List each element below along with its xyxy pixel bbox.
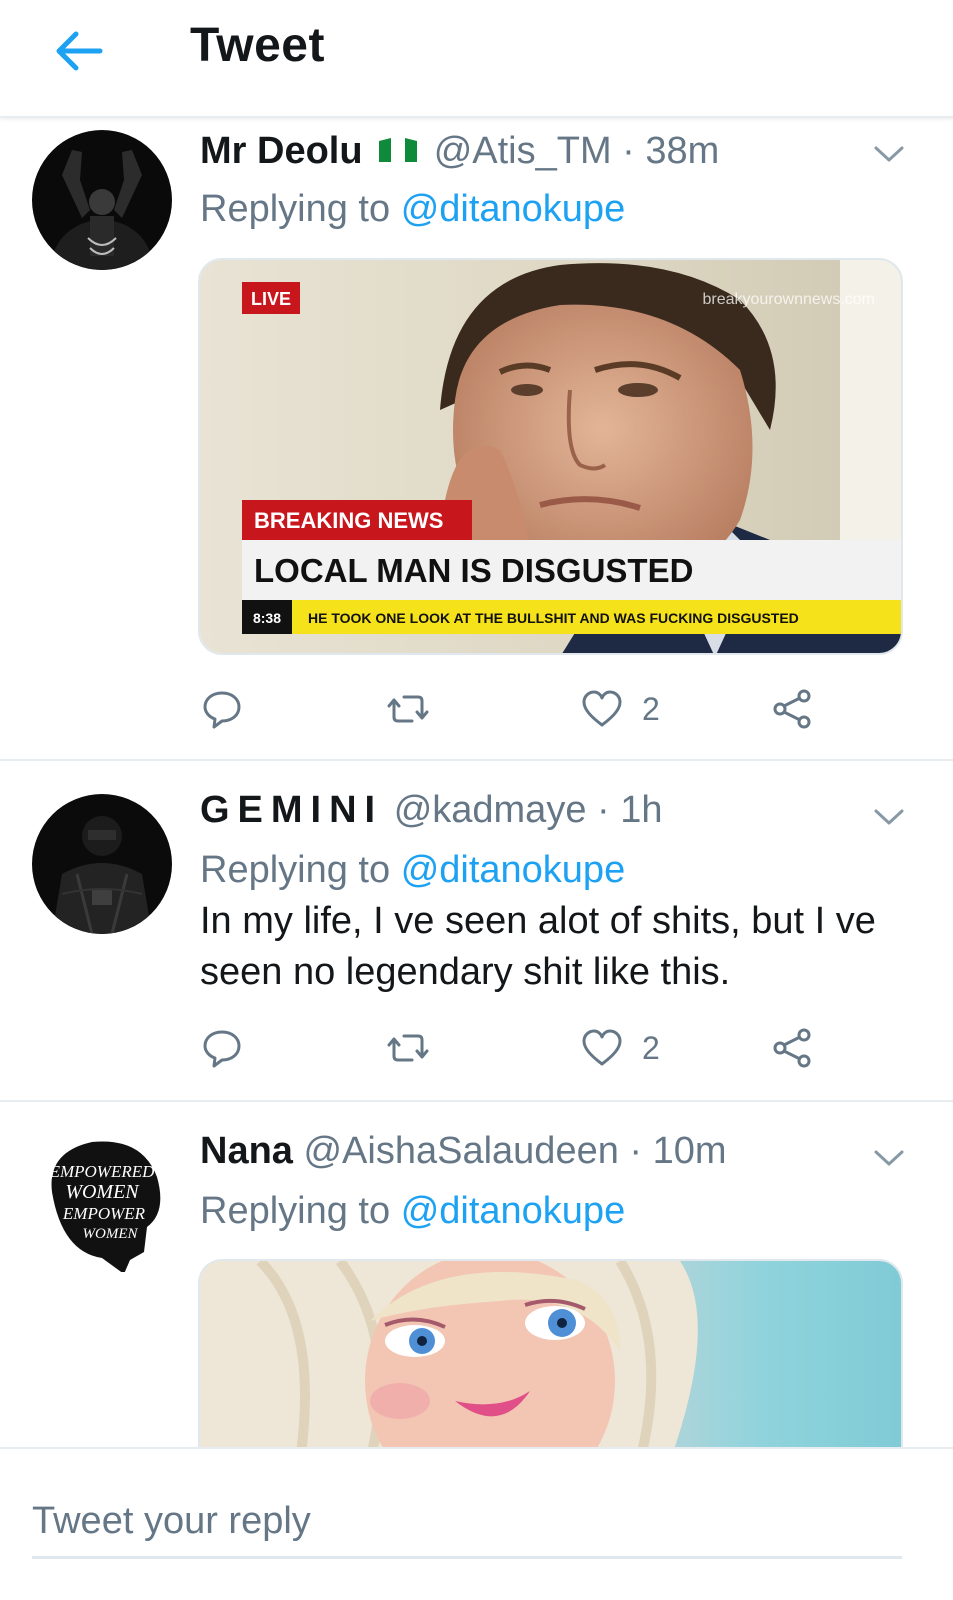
tweet-actions: 2 xyxy=(200,684,840,734)
timestamp[interactable]: 38m xyxy=(645,130,719,172)
reply-button[interactable] xyxy=(200,684,244,734)
reply-icon xyxy=(203,1030,241,1068)
top-bar: Tweet xyxy=(0,0,953,118)
breaking-news-label: BREAKING NEWS xyxy=(254,508,443,533)
svg-text:EMPOWERED: EMPOWERED xyxy=(49,1162,156,1181)
display-name[interactable]: Nana xyxy=(200,1130,293,1172)
replying-to: Replying to @ditanokupe xyxy=(200,849,625,892)
avatar-image xyxy=(32,130,172,270)
like-button[interactable]: 2 xyxy=(580,1023,660,1073)
replying-to: Replying to @ditanokupe xyxy=(200,1190,625,1233)
retweet-icon xyxy=(387,1034,429,1062)
heart-icon xyxy=(582,690,622,727)
svg-text:WOMEN: WOMEN xyxy=(83,1226,139,1242)
avatar[interactable]: EMPOWERED WOMEN EMPOWER WOMEN xyxy=(32,1132,172,1272)
tweet-header: Nana @AishaSalaudeen · 10m xyxy=(200,1130,727,1173)
like-count: 2 xyxy=(642,690,660,727)
replying-prefix: Replying to xyxy=(200,188,391,230)
reply-composer xyxy=(0,1447,953,1600)
tweet-item[interactable]: Mr Deolu @Atis_TM · 38m Replying to @dit… xyxy=(0,118,953,761)
chevron-down-icon[interactable] xyxy=(873,144,905,164)
tweet-media[interactable]: LIVE breakyourownnews.com BREAKING NEWS … xyxy=(198,258,903,655)
mention-link[interactable]: @ditanokupe xyxy=(401,849,626,891)
page-title: Tweet xyxy=(190,19,325,72)
avatar-image: EMPOWERED WOMEN EMPOWER WOMEN xyxy=(32,1132,172,1272)
doll-photo-image xyxy=(200,1261,901,1459)
news-ticker: HE TOOK ONE LOOK AT THE BULLSHIT AND WAS… xyxy=(308,610,799,626)
like-button[interactable]: 2 xyxy=(580,684,660,734)
mention-link[interactable]: @ditanokupe xyxy=(401,1190,626,1232)
handle[interactable]: @AishaSalaudeen xyxy=(303,1130,618,1172)
avatar-image xyxy=(32,794,172,934)
replying-prefix: Replying to xyxy=(200,1190,391,1232)
news-clock: 8:38 xyxy=(253,610,281,626)
like-count: 2 xyxy=(642,1029,660,1066)
svg-text:WOMEN: WOMEN xyxy=(65,1181,140,1203)
back-button[interactable] xyxy=(50,22,108,80)
share-button[interactable] xyxy=(770,684,814,734)
watermark: breakyourownnews.com xyxy=(702,291,875,308)
tweet-actions: 2 xyxy=(200,1023,840,1073)
reply-button[interactable] xyxy=(200,1023,244,1073)
heart-icon xyxy=(582,1029,622,1066)
arrow-left-icon xyxy=(56,31,103,71)
news-headline: LOCAL MAN IS DISGUSTED xyxy=(254,552,693,589)
timestamp[interactable]: 10m xyxy=(653,1130,727,1172)
tweet-header: GEMINI @kadmaye · 1h xyxy=(200,789,663,832)
share-button[interactable] xyxy=(770,1023,814,1073)
avatar[interactable] xyxy=(32,130,172,270)
retweet-icon xyxy=(387,695,429,723)
chevron-down-icon[interactable] xyxy=(873,1148,905,1168)
avatar[interactable] xyxy=(32,794,172,934)
replying-prefix: Replying to xyxy=(200,849,391,891)
separator-dot: · xyxy=(622,130,635,172)
separator-dot: · xyxy=(629,1130,643,1172)
retweet-button[interactable] xyxy=(386,684,430,734)
mention-link[interactable]: @ditanokupe xyxy=(401,188,626,230)
breaking-news-image: LIVE breakyourownnews.com BREAKING NEWS … xyxy=(200,260,901,653)
tweet-item[interactable]: GEMINI @kadmaye · 1h Replying to @ditano… xyxy=(0,761,953,1102)
display-name[interactable]: Mr Deolu xyxy=(200,130,363,172)
timestamp[interactable]: 1h xyxy=(620,789,662,831)
handle[interactable]: @Atis_TM xyxy=(434,130,612,172)
live-badge: LIVE xyxy=(251,289,291,309)
reply-input[interactable] xyxy=(32,1487,902,1559)
replying-to: Replying to @ditanokupe xyxy=(200,188,625,231)
share-icon xyxy=(773,1028,811,1068)
tweet-item[interactable]: EMPOWERED WOMEN EMPOWER WOMEN Nana @Aish… xyxy=(0,1102,953,1459)
separator-dot: · xyxy=(597,789,610,831)
tweet-text: In my life, I ve seen alot of shits, but… xyxy=(200,900,876,993)
tweet-media[interactable] xyxy=(198,1259,903,1459)
retweet-button[interactable] xyxy=(386,1023,430,1073)
chevron-down-icon[interactable] xyxy=(873,807,905,827)
handle[interactable]: @kadmaye xyxy=(394,789,587,831)
display-name[interactable]: GEMINI xyxy=(200,789,383,831)
svg-text:EMPOWER: EMPOWER xyxy=(62,1204,146,1223)
nigeria-flag-icon xyxy=(379,137,418,162)
reply-icon xyxy=(203,691,241,729)
tweet-header: Mr Deolu @Atis_TM · 38m xyxy=(200,130,719,173)
share-icon xyxy=(773,689,811,729)
